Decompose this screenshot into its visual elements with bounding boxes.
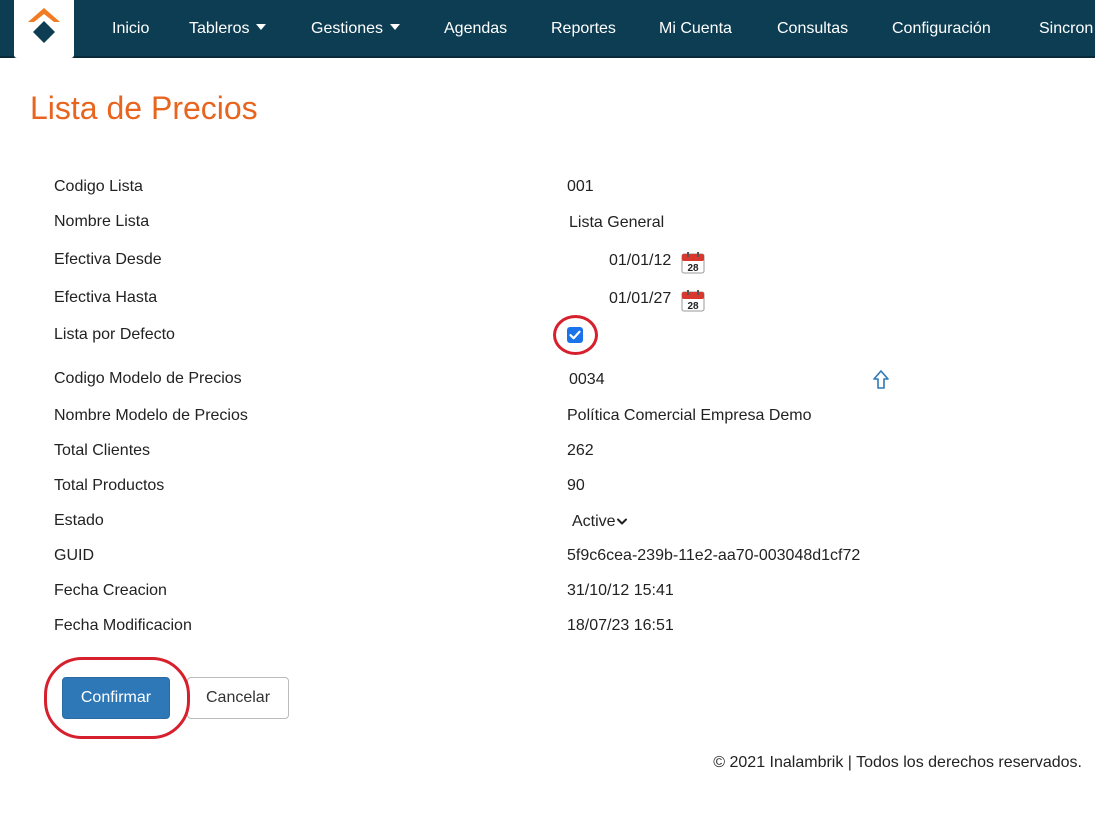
nav-gestiones[interactable]: Gestiones [311,18,401,40]
page-title: Lista de Precios [30,90,258,126]
logo[interactable] [14,0,74,58]
nav-mi-cuenta[interactable]: Mi Cuenta [659,18,732,40]
label-total-clientes: Total Clientes [54,442,151,459]
calendar-day-text: 28 [687,263,699,274]
logo-icon [28,8,60,43]
value-total-productos: 90 [567,477,585,494]
label-fecha-modificacion: Fecha Modificacion [54,617,192,634]
label-efectiva-hasta: Efectiva Hasta [54,289,158,306]
value-fecha-modificacion: 18/07/23 16:51 [567,617,674,634]
estado-select[interactable]: Active [567,511,657,533]
label-guid: GUID [54,547,94,564]
codigo-modelo-field[interactable]: 0034 [569,370,605,390]
calendar-icon[interactable]: 28 [681,252,705,274]
value-fecha-creacion: 31/10/12 15:41 [567,582,674,599]
calendar-icon[interactable]: 28 [681,290,705,312]
nav-agendas[interactable]: Agendas [444,18,507,40]
nav-reportes[interactable]: Reportes [551,18,616,40]
footer-copyright: © 2021 Inalambrik | Todos los derechos r… [713,754,1082,771]
caret-down-icon [256,24,267,30]
arrow-up-icon[interactable] [872,369,890,391]
efectiva-desde-field[interactable]: 01/01/12 [609,251,671,271]
label-codigo-lista: Codigo Lista [54,178,143,195]
chevron-down-icon [617,518,627,525]
caret-down-icon [390,24,401,30]
label-codigo-modelo: Codigo Modelo de Precios [54,370,242,387]
label-efectiva-desde: Efectiva Desde [54,251,162,268]
nav-tableros-label: Tableros [189,20,250,37]
nav-gestiones-label: Gestiones [311,20,384,37]
confirm-highlight-circle [44,657,190,739]
cancelar-button[interactable]: Cancelar [187,677,289,719]
nav-sincron[interactable]: Sincron [1039,18,1093,40]
calendar-day-text: 28 [687,301,699,312]
nav-consultas[interactable]: Consultas [777,18,848,40]
nav-tableros[interactable]: Tableros [189,18,267,40]
nombre-lista-field[interactable]: Lista General [569,213,664,233]
label-total-productos: Total Productos [54,477,165,494]
value-nombre-modelo: Política Comercial Empresa Demo [567,407,812,424]
nav-inicio[interactable]: Inicio [112,18,149,40]
label-nombre-lista: Nombre Lista [54,213,150,230]
value-total-clientes: 262 [567,442,594,459]
label-nombre-modelo: Nombre Modelo de Precios [54,407,248,424]
label-fecha-creacion: Fecha Creacion [54,582,167,599]
top-navbar: Inicio Tableros Gestiones Agendas Report… [0,0,1095,58]
label-estado: Estado [54,512,104,529]
efectiva-hasta-field[interactable]: 01/01/27 [609,289,671,309]
nav-configuracion[interactable]: Configuración [892,18,991,40]
value-codigo-lista: 001 [567,178,594,195]
value-guid: 5f9c6cea-239b-11e2-aa70-003048d1cf72 [567,547,861,564]
checkbox-highlight-circle [553,315,598,355]
label-lista-por-defecto: Lista por Defecto [54,326,175,343]
